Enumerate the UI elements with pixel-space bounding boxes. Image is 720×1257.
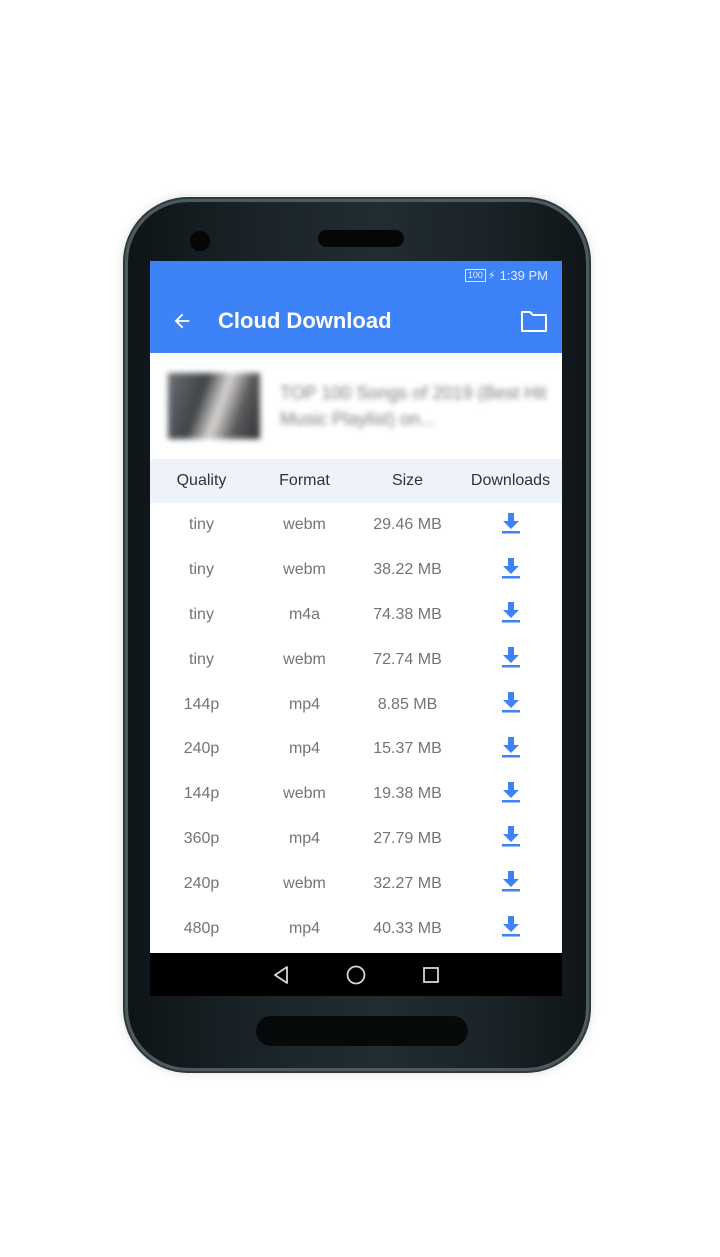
arrow-back-icon [174, 313, 190, 329]
cell-size: 15.37 MB [373, 740, 442, 758]
download-icon[interactable] [501, 512, 521, 534]
cell-download [459, 915, 562, 942]
cell-quality: tiny [189, 516, 214, 534]
cell-size: 32.27 MB [373, 874, 442, 892]
cell-download [459, 781, 562, 808]
table-row: 144p webm 19.38 MB [150, 772, 562, 817]
nav-back-icon[interactable] [271, 965, 291, 985]
cell-download [459, 512, 562, 539]
cell-size: 29.46 MB [373, 516, 442, 534]
cell-format: mp4 [288, 829, 321, 847]
download-table: tiny webm 29.46 MB tiny webm 38.22 MB tiny m4a 7… [150, 503, 562, 951]
table-row: tiny webm 38.22 MB [150, 548, 562, 593]
video-thumbnail [168, 373, 260, 439]
front-camera [190, 231, 210, 251]
header-format: Format [279, 472, 330, 489]
cell-format: mp4 [288, 740, 321, 758]
nav-recents-icon[interactable] [421, 965, 441, 985]
cell-quality: 240p [183, 874, 220, 892]
cell-quality: tiny [189, 561, 214, 579]
navigation-bar [150, 953, 562, 996]
download-icon[interactable] [501, 691, 521, 713]
cell-download [459, 691, 562, 718]
cell-quality: 144p [183, 695, 220, 713]
cell-size: 38.22 MB [373, 561, 442, 579]
cell-quality: 480p [183, 919, 220, 937]
header-size: Size [391, 472, 424, 489]
cell-format: webm [283, 785, 326, 803]
cell-download [459, 825, 562, 852]
bottom-speaker [256, 1016, 468, 1046]
status-bar: 100 ⚡ 1:39 PM [150, 261, 562, 289]
page-title: Cloud Download [218, 308, 392, 333]
charging-icon: ⚡ [487, 269, 496, 282]
video-info: TOP 100 Songs of 2019 (Best Hit Music Pl… [150, 353, 562, 459]
header-downloads: Downloads [470, 472, 551, 489]
cell-size: 74.38 MB [373, 605, 442, 623]
cell-size: 72.74 MB [373, 650, 442, 668]
battery-icon: 100 [464, 268, 486, 282]
download-icon[interactable] [501, 601, 521, 623]
cell-quality: 360p [183, 829, 220, 847]
cell-quality: tiny [189, 650, 214, 668]
table-row: 240p webm 32.27 MB [150, 861, 562, 906]
cell-download [459, 646, 562, 673]
cell-format: webm [283, 561, 326, 579]
cell-format: webm [283, 874, 326, 892]
cell-size: 40.33 MB [373, 919, 442, 937]
phone-frame: 100 ⚡ 1:39 PM Cloud Download TOP 100 Son… [128, 202, 586, 1068]
download-icon[interactable] [501, 781, 521, 803]
download-icon[interactable] [501, 915, 521, 937]
video-title: TOP 100 Songs of 2019 (Best Hit Music Pl… [280, 383, 547, 429]
table-row: 480p mp4 40.33 MB [150, 906, 562, 951]
status-time: 1:39 PM [499, 267, 548, 283]
cell-format: mp4 [288, 695, 321, 713]
nav-home-icon[interactable] [345, 964, 367, 986]
cell-quality: 240p [183, 740, 220, 758]
cell-download [459, 557, 562, 584]
screen: 100 ⚡ 1:39 PM Cloud Download TOP 100 Son… [150, 261, 562, 996]
cell-size: 19.38 MB [373, 785, 442, 803]
cell-format: webm [283, 516, 326, 534]
download-icon[interactable] [501, 557, 521, 579]
download-icon[interactable] [501, 736, 521, 758]
download-icon[interactable] [501, 870, 521, 892]
cell-download [459, 601, 562, 628]
table-row: tiny webm 72.74 MB [150, 637, 562, 682]
table-row: 240p mp4 15.37 MB [150, 727, 562, 772]
table-header: Quality Format Size Downloads [150, 459, 562, 503]
download-icon[interactable] [501, 825, 521, 847]
cell-format: mp4 [288, 919, 321, 937]
table-row: 144p mp4 8.85 MB [150, 682, 562, 727]
cell-download [459, 736, 562, 763]
table-row: 360p mp4 27.79 MB [150, 817, 562, 862]
folder-icon [521, 311, 547, 332]
folder-button[interactable] [506, 289, 562, 353]
cell-format: m4a [288, 605, 321, 623]
cell-quality: tiny [189, 605, 214, 623]
table-row: tiny webm 29.46 MB [150, 503, 562, 548]
cell-size: 8.85 MB [377, 695, 438, 713]
cell-download [459, 870, 562, 897]
cell-size: 27.79 MB [373, 829, 442, 847]
download-icon[interactable] [501, 646, 521, 668]
cell-quality: 144p [183, 785, 220, 803]
app-bar: Cloud Download [150, 289, 562, 353]
back-button[interactable] [150, 289, 214, 353]
table-row: tiny m4a 74.38 MB [150, 593, 562, 638]
earpiece-speaker [318, 230, 404, 247]
cell-format: webm [283, 650, 326, 668]
header-quality: Quality [176, 472, 227, 489]
